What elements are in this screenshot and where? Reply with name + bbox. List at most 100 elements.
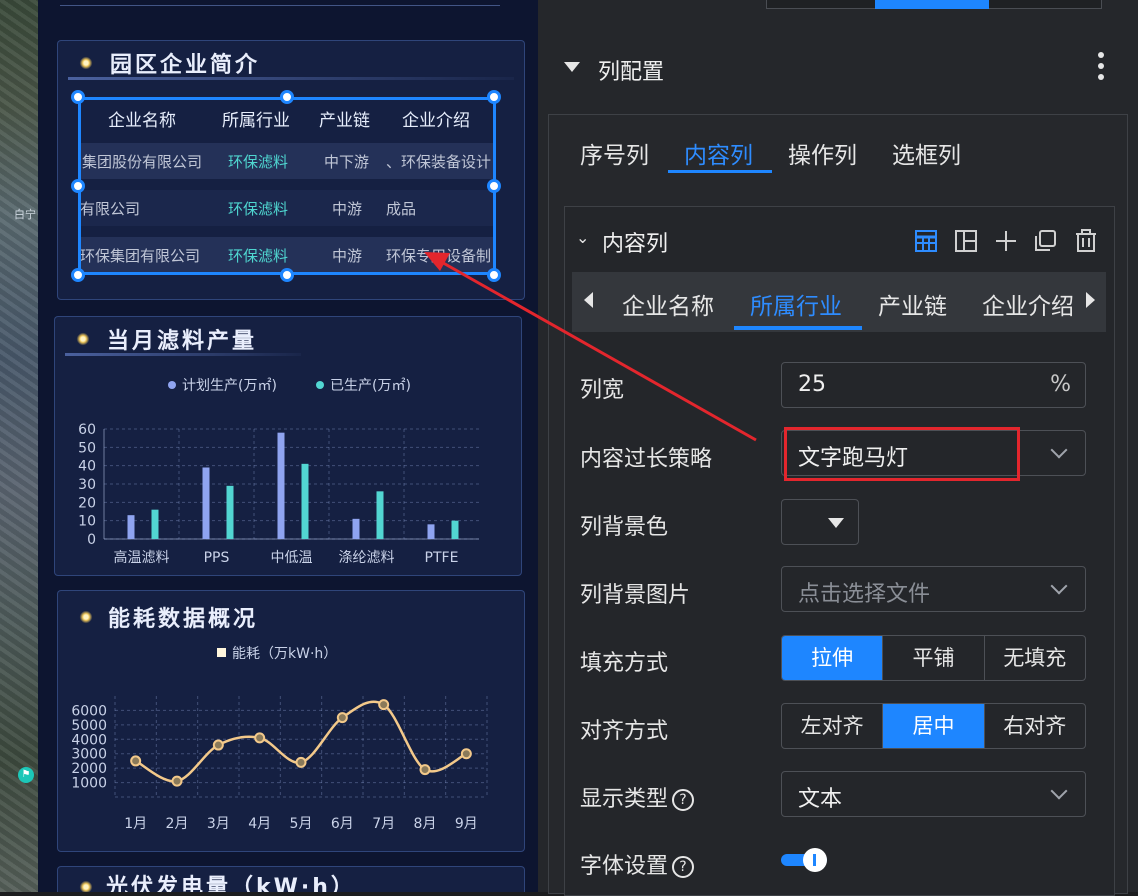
add-icon[interactable]	[993, 228, 1019, 254]
x-tick-label: 高温滤料	[114, 549, 170, 566]
display-type-text: 显示类型	[580, 787, 669, 812]
map-place-label: 白宁	[14, 208, 36, 221]
data-point	[378, 699, 390, 711]
table-header-cell: 企业名称	[108, 111, 176, 131]
bg-color-picker[interactable]	[781, 499, 859, 545]
x-tick-label: 5月	[290, 816, 313, 832]
scroll-right-icon[interactable]	[1086, 292, 1095, 308]
table-row: 有限公司 环保滤料 中游 成品	[80, 190, 493, 226]
content-column-title: 内容列	[602, 232, 669, 257]
legend-label: 能耗（万kW·h）	[232, 646, 337, 662]
resize-handle[interactable]	[280, 268, 294, 282]
cell-intro: 环保专用设备制	[386, 247, 492, 265]
column-width-value: 25	[798, 372, 826, 397]
tab-index-column[interactable]: 序号列	[580, 136, 649, 170]
x-tick-label: 3月	[207, 816, 230, 832]
column-tab-company-name[interactable]: 企业名称	[622, 287, 714, 321]
data-point	[419, 764, 431, 776]
column-tab-intro[interactable]: 企业介绍	[982, 287, 1074, 321]
legend-marker	[168, 381, 176, 389]
bar	[127, 515, 135, 539]
table-header: 企业名称 所属行业 产业链 企业介绍	[80, 106, 500, 131]
resize-handle[interactable]	[71, 268, 85, 282]
column-split-icon[interactable]	[953, 228, 979, 254]
bar	[301, 463, 309, 539]
bar	[427, 524, 435, 539]
align-right-button[interactable]: 右对齐	[985, 704, 1085, 748]
cell-company-name: 环保集团有限公司	[80, 247, 201, 265]
tab-checkbox-column[interactable]: 选框列	[892, 136, 961, 170]
bg-image-select[interactable]: 点击选择文件	[781, 566, 1086, 612]
x-tick-label: PTFE	[425, 550, 459, 566]
copy-icon[interactable]	[1032, 228, 1058, 254]
panel-title: 光伏发电量（kW·h）	[106, 875, 356, 892]
cell-intro: 成品	[386, 200, 417, 218]
x-tick-label: 4月	[248, 816, 271, 832]
x-tick-label: 涤纶滤料	[339, 550, 395, 566]
bar	[151, 509, 159, 539]
y-tick-label: 0	[87, 532, 96, 548]
x-tick-label: 7月	[372, 816, 395, 832]
legend-marker	[217, 648, 226, 657]
fill-mode-segmented: 拉伸 平铺 无填充	[781, 635, 1086, 681]
column-width-input[interactable]: 25 %	[781, 362, 1086, 408]
bar-chart-plot: 计划生产(万㎡) 已生产(万㎡) 0 10 20 30 40 50 60 高温滤料 PPS 中低温 涤纶…	[78, 378, 479, 566]
chevron-down-icon	[1050, 782, 1068, 800]
more-options-icon[interactable]	[1094, 50, 1106, 82]
resize-handle[interactable]	[487, 179, 501, 193]
column-tab-chain[interactable]: 产业链	[878, 287, 947, 321]
panel-title: 园区企业简介	[110, 53, 261, 78]
map-pin-icon: ⚑	[18, 767, 34, 783]
y-tick-label: 60	[78, 422, 96, 438]
table-header-cell: 企业介绍	[402, 111, 470, 131]
legend-label: 已生产(万㎡)	[330, 378, 411, 394]
bg-image-label: 列背景图片	[580, 583, 691, 608]
align-left-button[interactable]: 左对齐	[782, 704, 884, 748]
align-label: 对齐方式	[580, 719, 669, 744]
bar	[226, 485, 234, 539]
cell-company-name: 集团股份有限公司	[82, 153, 203, 171]
chevron-down-icon[interactable]: ⌄	[576, 228, 589, 247]
caret-down-icon	[828, 518, 844, 528]
column-width-label: 列宽	[580, 378, 625, 403]
x-tick-label: 8月	[414, 816, 437, 832]
table-header-cell: 所属行业	[222, 111, 290, 131]
top-segment-active[interactable]	[875, 0, 989, 9]
tab-action-column[interactable]: 操作列	[788, 136, 857, 170]
bar-chart: 计划生产(万㎡) 已生产(万㎡) 0 10 20 30 40 50 60 高温滤料 PPS 中低温 涤纶…	[78, 378, 479, 566]
pv-panel[interactable]: 光伏发电量（kW·h）	[57, 866, 525, 892]
display-type-label: 显示类型?	[580, 781, 695, 813]
font-settings-text: 字体设置	[580, 854, 669, 879]
fill-none-button[interactable]: 无填充	[985, 636, 1085, 680]
display-type-select[interactable]: 文本	[781, 771, 1086, 817]
align-center-button[interactable]: 居中	[883, 704, 985, 748]
resize-handle[interactable]	[280, 90, 294, 104]
legend-marker	[316, 381, 324, 389]
resize-handle[interactable]	[71, 90, 85, 104]
width-unit: %	[1050, 372, 1071, 397]
cell-chain: 中下游	[324, 153, 370, 171]
scroll-left-icon[interactable]	[584, 292, 593, 308]
bar	[352, 518, 360, 539]
delete-icon[interactable]	[1073, 228, 1099, 254]
cell-company-name: 有限公司	[80, 200, 141, 218]
cell-chain: 中游	[332, 247, 363, 265]
fill-tile-button[interactable]: 平铺	[883, 636, 985, 680]
resize-handle[interactable]	[487, 90, 501, 104]
help-icon[interactable]: ?	[672, 856, 695, 878]
display-type-value: 文本	[798, 787, 843, 812]
font-settings-toggle[interactable]	[781, 848, 827, 872]
column-tabs: 企业名称 所属行业 产业链 企业介绍	[572, 272, 1106, 332]
tab-content-column[interactable]: 内容列	[684, 136, 753, 170]
help-icon[interactable]: ?	[672, 789, 695, 811]
y-tick-label: 20	[78, 495, 96, 511]
column-tab-industry[interactable]: 所属行业	[750, 287, 842, 321]
resize-handle[interactable]	[71, 179, 85, 193]
collapse-caret-icon[interactable]	[564, 62, 580, 72]
resize-handle[interactable]	[487, 268, 501, 282]
fill-stretch-button[interactable]: 拉伸	[782, 636, 884, 680]
table-layout-icon[interactable]	[913, 228, 939, 254]
align-segmented: 左对齐 居中 右对齐	[781, 703, 1086, 749]
chevron-down-icon	[1050, 441, 1068, 459]
data-point	[212, 739, 224, 751]
